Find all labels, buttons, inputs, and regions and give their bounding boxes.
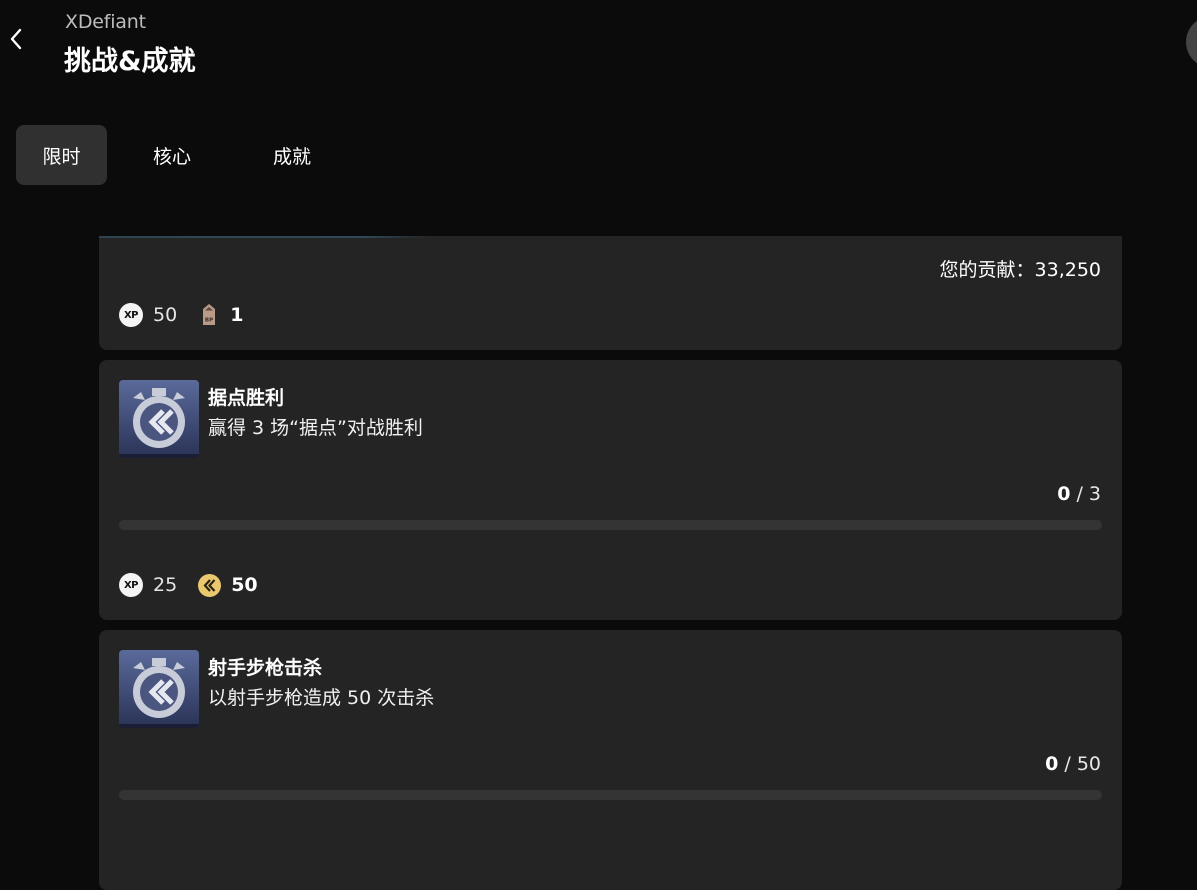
progress-text: 0 / 3: [1057, 483, 1101, 505]
challenge-description: 以射手步枪造成 50 次击杀: [208, 687, 435, 709]
tab-limited[interactable]: 限时: [16, 125, 107, 185]
xp-icon: XP: [119, 303, 143, 327]
progress-bar: [119, 790, 1102, 800]
progress-text: 0 / 50: [1045, 753, 1101, 775]
challenge-card[interactable]: 您的贡献：33,250 XP 50 BP 1: [99, 236, 1122, 350]
header: XDefiant 挑战&成就: [0, 0, 1197, 100]
progress-total: / 3: [1076, 483, 1101, 505]
tab-achievements[interactable]: 成就: [237, 125, 347, 185]
app-name: XDefiant: [65, 11, 146, 33]
xp-reward-value: 50: [153, 304, 178, 326]
bp-reward-value: 1: [230, 304, 244, 326]
challenge-title: 射手步枪击杀: [208, 657, 323, 679]
tab-core[interactable]: 核心: [117, 125, 227, 185]
xp-icon: XP: [119, 573, 143, 597]
contribution-text: 您的贡献：33,250: [939, 259, 1101, 281]
challenge-timer-icon: [119, 650, 199, 728]
chevron-left-icon: [10, 28, 22, 50]
xp-reward-value: 25: [153, 574, 178, 596]
progress-total: / 50: [1064, 753, 1101, 775]
avatar[interactable]: [1186, 16, 1197, 68]
rewards: XP 25 50: [119, 572, 258, 598]
xdefiant-coin-icon: [198, 573, 222, 597]
challenge-description: 赢得 3 场“据点”对战胜利: [208, 417, 423, 439]
challenge-card[interactable]: 射手步枪击杀 以射手步枪造成 50 次击杀 0 / 50: [99, 630, 1122, 890]
progress-current: 0: [1045, 753, 1059, 775]
battle-pass-icon: BP: [198, 302, 220, 328]
tab-bar: 限时 核心 成就: [16, 125, 357, 185]
svg-text:BP: BP: [205, 318, 213, 324]
progress-current: 0: [1057, 483, 1071, 505]
rewards: XP 50 BP 1: [119, 302, 243, 328]
card-progress-strip: [99, 236, 429, 238]
progress-bar: [119, 520, 1102, 530]
challenge-title: 据点胜利: [208, 387, 285, 409]
page-title: 挑战&成就: [64, 46, 196, 77]
coin-reward-value: 50: [231, 574, 258, 596]
challenge-card[interactable]: 据点胜利 赢得 3 场“据点”对战胜利 0 / 3 XP 25 50: [99, 360, 1122, 620]
back-button[interactable]: [4, 24, 28, 54]
challenge-timer-icon: [119, 380, 199, 458]
